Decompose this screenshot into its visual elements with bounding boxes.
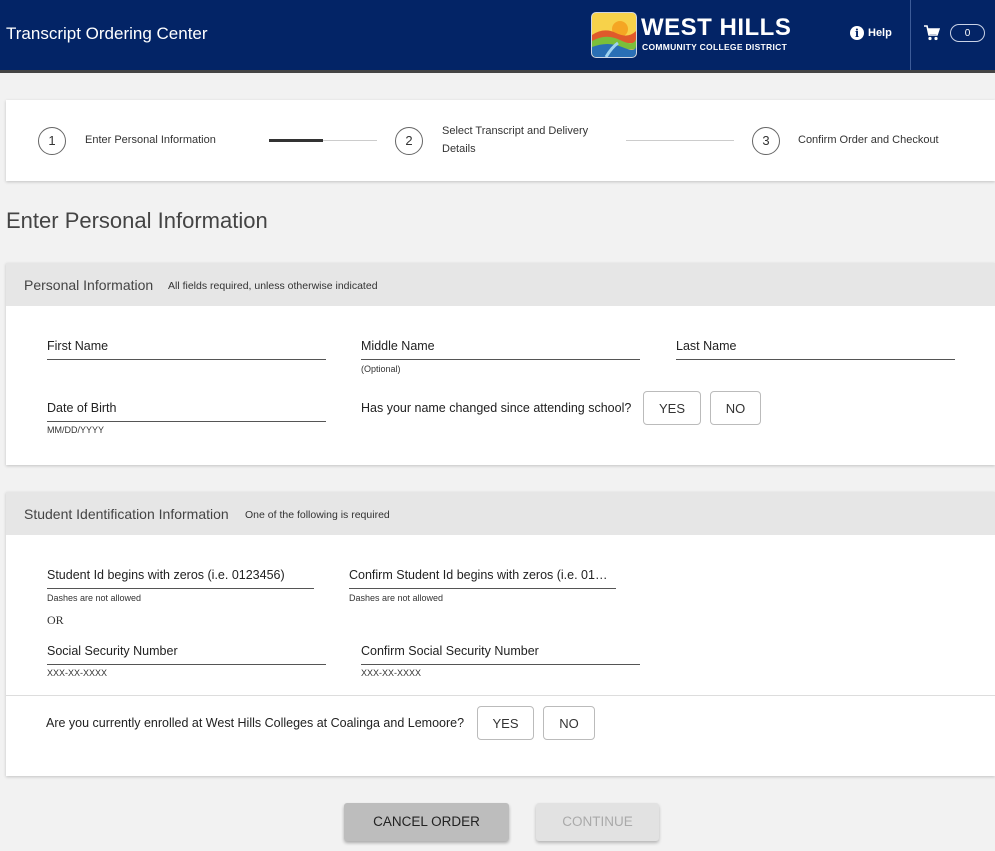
step-3-label: Confirm Order and Checkout <box>798 134 939 146</box>
info-icon: i <box>850 26 864 40</box>
logo-subtitle: COMMUNITY COLLEGE DISTRICT <box>642 42 788 52</box>
card-title: Personal Information <box>24 277 154 293</box>
or-separator: OR <box>47 613 64 627</box>
cart-icon[interactable] <box>924 24 941 42</box>
logo-landscape-icon <box>591 12 637 58</box>
card-note: One of the following is required <box>245 509 390 521</box>
first-name-label: First Name <box>47 339 109 353</box>
cancel-order-button[interactable]: CANCEL ORDER <box>344 803 509 841</box>
card-note: All fields required, unless otherwise in… <box>168 280 378 292</box>
date-of-birth-field[interactable]: Date of Birth <box>47 397 326 422</box>
confirm-ssn-field[interactable]: Confirm Social Security Number <box>361 640 640 665</box>
page-title: Enter Personal Information <box>6 208 268 233</box>
card-header: Personal Information All fields required… <box>6 263 995 306</box>
student-identification-card: Student Identification Information One o… <box>6 492 995 776</box>
ssn-field[interactable]: Social Security Number <box>47 640 326 665</box>
step-connector-2 <box>626 140 734 141</box>
cart-count-badge[interactable]: 0 <box>950 24 985 42</box>
step-1-label: Enter Personal Information <box>85 134 216 146</box>
step-2-label: Select Transcript and Delivery Details <box>442 125 589 155</box>
middle-name-hint: (Optional) <box>361 364 401 374</box>
help-link[interactable]: i Help <box>850 26 892 40</box>
name-changed-no-button[interactable]: NO <box>710 391 761 425</box>
confirm-student-id-label: Confirm Student Id begins with zeros (i.… <box>349 568 612 582</box>
date-of-birth-label: Date of Birth <box>47 401 117 415</box>
section-divider <box>6 695 995 696</box>
top-nav-bar: Transcript Ordering Center WEST HILLS CO… <box>0 0 995 73</box>
middle-name-label: Middle Name <box>361 339 435 353</box>
continue-button[interactable]: CONTINUE <box>536 803 659 841</box>
step-2-number: 2 <box>395 127 423 155</box>
west-hills-logo[interactable]: WEST HILLS COMMUNITY COLLEGE DISTRICT <box>591 12 801 58</box>
step-1-number: 1 <box>38 127 66 155</box>
name-changed-question: Has your name changed since attending sc… <box>361 401 632 415</box>
date-of-birth-hint: MM/DD/YYYY <box>47 425 105 435</box>
enrolled-no-button[interactable]: NO <box>543 706 595 740</box>
last-name-label: Last Name <box>676 339 737 353</box>
card-header: Student Identification Information One o… <box>6 492 995 535</box>
confirm-student-id-field[interactable]: Confirm Student Id begins with zeros (i.… <box>349 564 616 589</box>
confirm-student-id-hint: Dashes are not allowed <box>349 593 444 603</box>
last-name-field[interactable]: Last Name <box>676 335 955 360</box>
step-progress-bar <box>269 139 323 142</box>
name-changed-yes-button[interactable]: YES <box>643 391 701 425</box>
middle-name-field[interactable]: Middle Name <box>361 335 640 360</box>
student-id-field[interactable]: Student Id begins with zeros (i.e. 01234… <box>47 564 314 589</box>
ssn-label: Social Security Number <box>47 644 178 658</box>
enrolled-question: Are you currently enrolled at West Hills… <box>46 716 465 730</box>
ssn-hint: XXX-XX-XXXX <box>47 668 108 678</box>
student-id-hint: Dashes are not allowed <box>47 593 142 603</box>
logo-title: WEST HILLS <box>641 14 792 41</box>
header-divider <box>910 0 911 70</box>
help-label: Help <box>868 27 892 39</box>
card-title: Student Identification Information <box>24 506 229 522</box>
student-id-label: Student Id begins with zeros (i.e. 01234… <box>47 568 285 582</box>
enrolled-yes-button[interactable]: YES <box>477 706 534 740</box>
step-3-number: 3 <box>752 127 780 155</box>
confirm-ssn-hint: XXX-XX-XXXX <box>361 668 422 678</box>
confirm-ssn-label: Confirm Social Security Number <box>361 644 539 658</box>
personal-information-card: Personal Information All fields required… <box>6 263 995 465</box>
progress-stepper: 1 Enter Personal Information 2 Select Tr… <box>6 100 995 181</box>
app-title: Transcript Ordering Center <box>6 24 208 43</box>
first-name-field[interactable]: First Name <box>47 335 326 360</box>
